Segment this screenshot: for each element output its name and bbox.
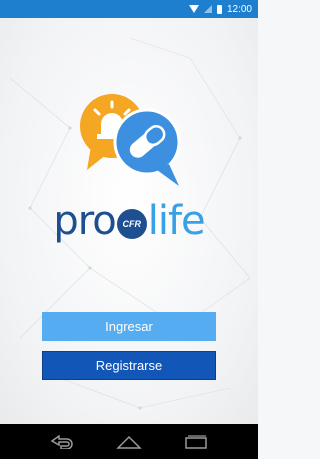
status-bar: 12:00 [0, 0, 258, 18]
navigation-bar [0, 424, 258, 459]
back-icon[interactable] [47, 430, 77, 454]
brand-logo: pro CFR life [0, 196, 258, 246]
brand-pro-text: pro [53, 198, 116, 244]
recent-apps-icon[interactable] [181, 430, 211, 454]
wifi-icon [188, 5, 199, 13]
brand-cfr-badge: CFR [116, 209, 147, 239]
status-time: 12:00 [226, 3, 252, 15]
brand-life-text: life [147, 198, 206, 244]
register-button[interactable]: Registrarse [42, 351, 216, 380]
pill-icon [113, 108, 181, 186]
login-button[interactable]: Ingresar [42, 312, 216, 341]
logo-icons [80, 94, 181, 186]
signal-icon [203, 5, 212, 13]
splash-screen: pro CFR life Ingresar Registrarse [0, 18, 258, 424]
home-icon[interactable] [114, 430, 144, 454]
battery-icon [216, 4, 222, 14]
